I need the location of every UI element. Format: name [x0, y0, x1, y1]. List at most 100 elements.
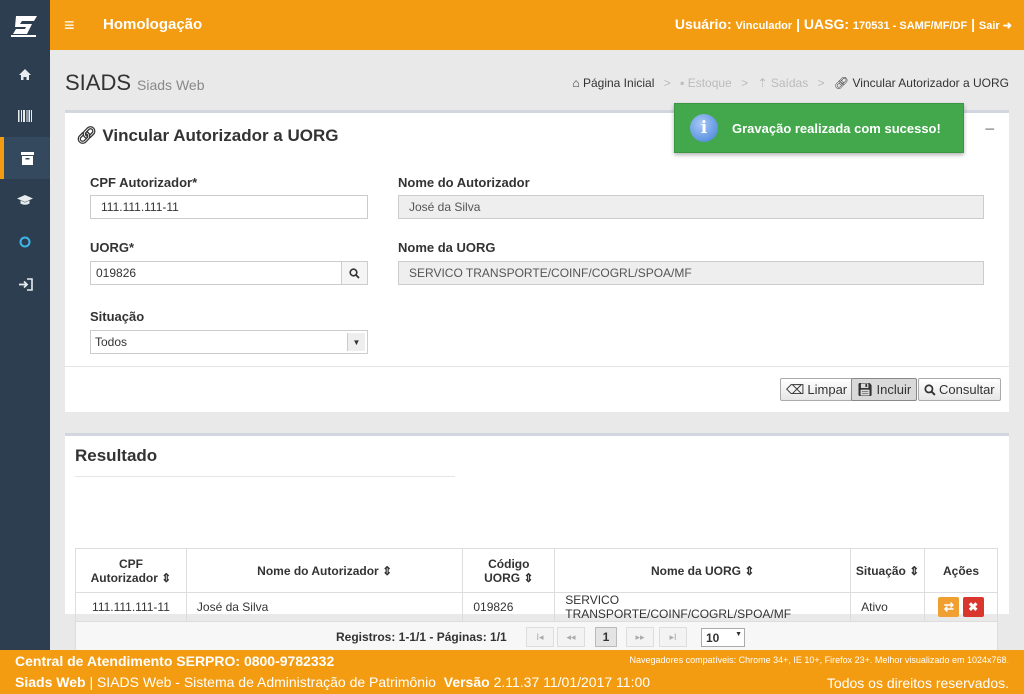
save-icon: 💾︎: [857, 381, 874, 397]
cell-codigo: 019826: [462, 592, 556, 622]
breadcrumb-estoque[interactable]: ▪ Estoque: [680, 76, 732, 90]
col-nome-label: Nome do Autorizador: [257, 563, 379, 578]
logout-label: Sair: [978, 20, 1000, 32]
footer-browsers: Navegadores compatíveis: Chrome 34+, IE …: [629, 655, 1009, 665]
archive-icon: [20, 151, 34, 165]
environment-title: Homologação: [103, 16, 203, 33]
footer-version-label: Versão: [443, 674, 490, 690]
breadcrumb-home[interactable]: ⌂ Página Inicial: [572, 76, 654, 90]
footer-rights: Todos os direitos reservados.: [826, 675, 1009, 691]
nome-autorizador-label: Nome do Autorizador: [398, 175, 530, 190]
home-icon: ⌂: [572, 76, 580, 90]
sidebar-item-treinamento[interactable]: [0, 179, 50, 221]
sidebar-item-home[interactable]: [0, 53, 50, 95]
paginator: Registros: 1-1/1 - Páginas: 1/1 I◂ ◂◂ 1 …: [75, 622, 998, 652]
toast-message: Gravação realizada com sucesso!: [732, 120, 941, 136]
uorg-input-value: 019826: [96, 266, 137, 280]
sort-icon: ⇕: [744, 563, 755, 578]
cell-acoes: ⇄ ✖: [924, 592, 998, 622]
breadcrumb-saidas[interactable]: ⇡ Saídas: [757, 76, 808, 90]
cell-uorg: SERVICO TRANSPORTE/COINF/COGRL/SPOA/MF: [554, 592, 852, 622]
consultar-label: Consultar: [939, 382, 995, 397]
form-title-text: Vincular Autorizador a UORG: [102, 126, 339, 145]
sort-icon: ⇕: [909, 563, 920, 578]
breadcrumb-separator: >: [663, 76, 671, 90]
cell-situacao: Ativo: [850, 592, 926, 622]
collapse-button[interactable]: −: [984, 119, 995, 140]
breadcrumb-current-label: Vincular Autorizador a UORG: [852, 76, 1009, 90]
uorg-search-button[interactable]: [341, 262, 367, 284]
cpf-label: CPF Autorizador*: [90, 175, 198, 190]
uorg-input[interactable]: 019826: [90, 261, 368, 285]
col-situacao[interactable]: Situação ⇕: [850, 548, 926, 593]
limpar-button[interactable]: ⌫ Limpar: [780, 378, 854, 401]
serpro-logo[interactable]: [0, 0, 50, 50]
table-row: 111.111.111-11 José da Silva 019826 SERV…: [75, 592, 998, 622]
footer-version: 2.11.37 11/01/2017 11:00: [493, 674, 651, 690]
incluir-label: Incluir: [876, 382, 912, 397]
success-toast[interactable]: i Gravação realizada com sucesso!: [674, 103, 964, 153]
form-divider: [65, 366, 1009, 367]
cpf-input[interactable]: 111.111.111-11: [90, 195, 368, 219]
sidebar-item-sair[interactable]: [0, 263, 50, 305]
separator: |: [796, 16, 800, 32]
delete-icon[interactable]: ✖: [962, 597, 984, 617]
sort-icon: ⇕: [382, 563, 393, 578]
archive-icon: ▪: [680, 76, 685, 90]
col-codigo-uorg[interactable]: Código UORG ⇕: [462, 548, 556, 593]
sidebar-item-status[interactable]: [0, 221, 50, 263]
info-icon: i: [690, 114, 718, 142]
circle-icon: [19, 236, 31, 248]
breadcrumb-saidas-label: Saídas: [770, 76, 809, 90]
incluir-button[interactable]: 💾︎ Incluir: [851, 378, 918, 401]
link-icon: 🔗︎: [76, 126, 98, 145]
chevron-down-icon[interactable]: ▼: [347, 333, 365, 351]
result-table: CPF Autorizador ⇕ Nome do Autorizador ⇕ C…: [75, 548, 998, 622]
top-bar: ≡ Homologação Usuário: Vinculador | UASG…: [0, 0, 1024, 50]
page-1-button[interactable]: 1: [595, 627, 617, 647]
page-size-select[interactable]: 10 ▼: [701, 628, 745, 647]
footer: Central de Atendimento SERPRO: 0800-9782…: [0, 650, 1024, 694]
breadcrumb-current: 🔗︎ Vincular Autorizador a UORG: [834, 76, 1009, 90]
form-panel: 🔗︎ Vincular Autorizador a UORG − CPF Aut…: [65, 110, 1009, 412]
col-acoes: Ações: [924, 548, 998, 593]
hamburger-menu-icon[interactable]: ≡: [64, 15, 75, 36]
eraser-icon: ⌫: [786, 381, 805, 397]
result-title-underline: [75, 476, 455, 477]
result-panel: Resultado CPF Autorizador ⇕ Nome do Autor…: [65, 433, 1009, 652]
sidebar-item-patrimonio[interactable]: [0, 95, 50, 137]
sort-icon: ⇕: [523, 570, 534, 585]
graduation-cap-icon: [17, 195, 33, 205]
breadcrumb-home-label: Página Inicial: [582, 76, 655, 90]
page-subtitle: Siads Web: [137, 77, 205, 93]
nome-autorizador-field: José da Silva: [398, 195, 984, 219]
next-page-button[interactable]: ▸▸: [626, 627, 654, 647]
col-nome-autorizador[interactable]: Nome do Autorizador ⇕: [185, 548, 464, 593]
prev-page-button[interactable]: ◂◂: [557, 627, 585, 647]
last-page-button[interactable]: ▸I: [659, 627, 687, 647]
situacao-selected: Todos: [95, 335, 128, 349]
situacao-select[interactable]: Todos ▼: [90, 330, 368, 354]
col-cpf-line1: CPF: [118, 556, 143, 571]
sign-in-icon: [18, 277, 33, 291]
first-page-button[interactable]: I◂: [526, 627, 554, 647]
user-label: Usuário:: [674, 16, 732, 32]
col-nome-uorg[interactable]: Nome da UORG ⇕: [554, 548, 852, 593]
page-size-value: 10: [706, 631, 720, 645]
col-codigo-line2: UORG: [484, 570, 521, 585]
logout-link[interactable]: Sair ➜: [979, 20, 1012, 32]
col-cpf[interactable]: CPF Autorizador ⇕: [75, 548, 187, 593]
result-title: Resultado: [75, 446, 158, 465]
user-name: Vinculador: [735, 20, 793, 32]
consultar-button[interactable]: Consultar: [918, 378, 1001, 401]
col-codigo-line1: Código: [488, 556, 530, 571]
page-title-text: SIADS: [65, 70, 132, 95]
barcode-icon: [18, 110, 32, 122]
footer-central: Central de Atendimento SERPRO: 0800-9782…: [15, 653, 335, 669]
user-info: Usuário: Vinculador | UASG: 170531 - SAM…: [675, 16, 1012, 32]
change-status-icon[interactable]: ⇄: [938, 597, 960, 617]
pager-info: Registros: 1-1/1 - Páginas: 1/1: [336, 630, 507, 644]
footer-app: Siads Web | SIADS Web - Sistema de Admin…: [15, 674, 650, 690]
sidebar-item-estoque[interactable]: [0, 137, 50, 179]
uorg-label: UORG*: [90, 240, 135, 255]
